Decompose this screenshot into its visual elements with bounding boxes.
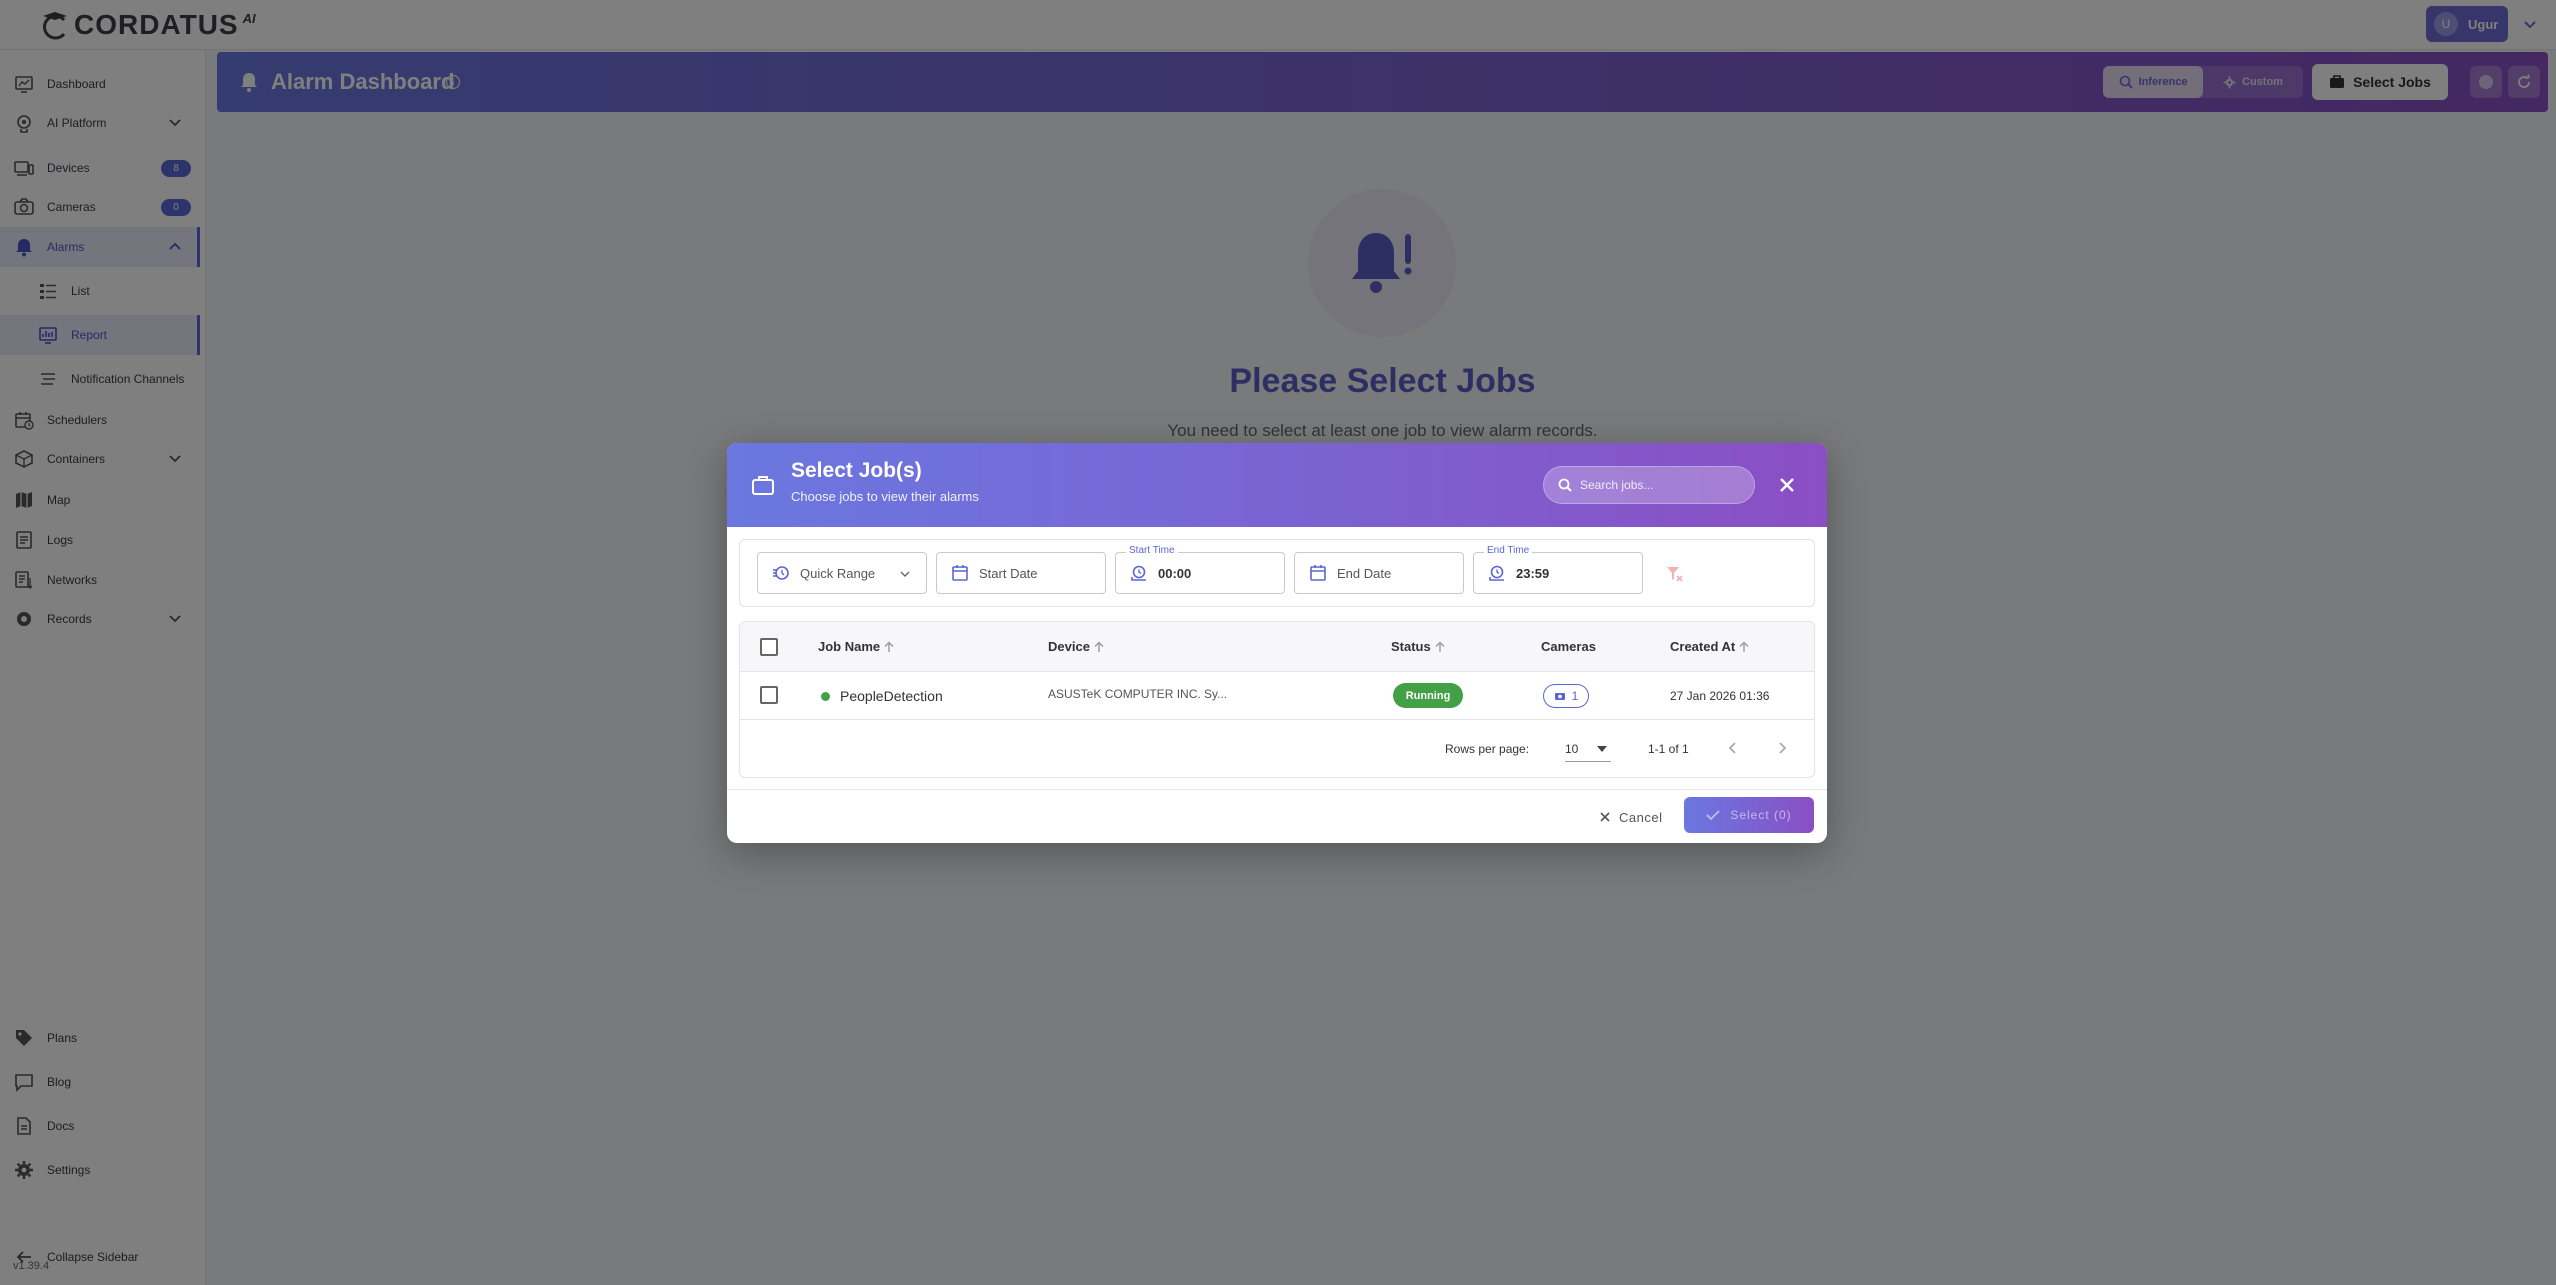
quick-range-label: Quick Range [800, 565, 876, 581]
select-button[interactable]: Select (0) [1684, 797, 1814, 833]
dialog-title: Select Job(s) [791, 459, 922, 482]
device-cell: ASUSTeK COMPUTER INC. Sy... [1048, 687, 1228, 701]
table-row[interactable]: PeopleDetection ASUSTeK COMPUTER INC. Sy… [740, 672, 1814, 720]
camera-count: 1 [1571, 689, 1579, 703]
column-job-name[interactable]: Job Name [818, 639, 895, 654]
pagination: Rows per page: 10 1-1 of 1 [740, 721, 1814, 777]
row-checkbox[interactable] [760, 686, 778, 704]
end-date-field[interactable]: End Date [1294, 552, 1464, 594]
cancel-button[interactable]: Cancel [1599, 804, 1662, 830]
dialog-subtitle: Choose jobs to view their alarms [791, 489, 979, 504]
chevron-right-icon[interactable] [1775, 740, 1789, 756]
end-time-field[interactable]: End Time 23:59 [1473, 545, 1643, 594]
select-all-checkbox[interactable] [760, 638, 778, 656]
sort-arrow-icon [1739, 641, 1749, 652]
rows-per-page-label: Rows per page: [1445, 742, 1530, 756]
calendar-icon [1310, 565, 1326, 581]
start-date-placeholder: Start Date [979, 565, 1038, 581]
close-icon[interactable] [1775, 473, 1799, 497]
caret-down-icon [1597, 746, 1607, 752]
camera-count-chip[interactable]: 1 [1543, 684, 1589, 708]
column-label: Cameras [1541, 639, 1596, 654]
created-at-cell: 27 Jan 2026 01:36 [1670, 689, 1770, 703]
search-input[interactable] [1580, 478, 1740, 492]
page-range: 1-1 of 1 [1648, 742, 1689, 756]
end-date-placeholder: End Date [1337, 565, 1392, 581]
caret-down-icon [900, 571, 910, 577]
column-created-at[interactable]: Created At [1670, 639, 1750, 654]
column-label: Device [1048, 639, 1090, 654]
start-time-value: 00:00 [1158, 565, 1192, 581]
clear-filter-icon[interactable] [1665, 564, 1685, 584]
clock-icon [1131, 565, 1146, 581]
end-time-label: End Time [1484, 545, 1533, 556]
column-status[interactable]: Status [1391, 639, 1446, 654]
chevron-left-icon[interactable] [1726, 740, 1740, 756]
end-time-value: 23:59 [1516, 565, 1550, 581]
select-label: Select (0) [1730, 808, 1792, 822]
rows-per-page-select[interactable]: 10 [1565, 736, 1611, 762]
briefcase-icon [752, 476, 774, 495]
calendar-icon [952, 565, 968, 581]
dialog-header: Select Job(s) Choose jobs to view their … [727, 443, 1827, 527]
quick-range-select[interactable]: Quick Range [757, 552, 927, 594]
job-status-dot [821, 691, 830, 701]
rows-per-page-value: 10 [1565, 741, 1579, 756]
sort-arrow-icon [1435, 641, 1445, 652]
column-cameras: Cameras [1541, 639, 1596, 654]
table-header: Job Name Device Status Cameras Created A… [740, 622, 1814, 672]
check-icon [1706, 810, 1720, 821]
start-date-field[interactable]: Start Date [936, 552, 1106, 594]
clock-icon [1489, 565, 1504, 581]
status-badge: Running [1393, 683, 1463, 708]
job-search [1543, 466, 1755, 504]
history-icon [773, 566, 789, 580]
select-jobs-dialog: Select Job(s) Choose jobs to view their … [727, 443, 1827, 843]
job-name-cell: PeopleDetection [821, 688, 943, 704]
column-label: Created At [1670, 639, 1736, 654]
sort-arrow-icon [884, 641, 894, 652]
close-icon [1600, 812, 1610, 822]
job-name: PeopleDetection [840, 688, 943, 704]
filter-bar: Quick Range Start Date Start Time 00:00 … [739, 539, 1815, 607]
column-label: Status [1391, 639, 1431, 654]
cancel-label: Cancel [1619, 809, 1663, 825]
jobs-table: Job Name Device Status Cameras Created A… [739, 621, 1815, 778]
camera-icon [1554, 693, 1565, 700]
start-time-label: Start Time [1126, 545, 1178, 556]
dialog-footer: Cancel Select (0) [727, 789, 1827, 843]
column-label: Job Name [818, 639, 881, 654]
search-icon [1558, 478, 1572, 492]
column-device[interactable]: Device [1048, 639, 1105, 654]
start-time-field[interactable]: Start Time 00:00 [1115, 545, 1285, 594]
sort-arrow-icon [1094, 641, 1104, 652]
